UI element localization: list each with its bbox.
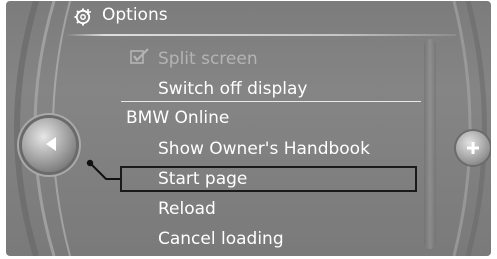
menu-item-reload[interactable]: Reload <box>158 197 216 221</box>
menu-item-switch-off-display[interactable]: Switch off display <box>158 77 308 101</box>
section-divider <box>121 101 421 102</box>
scroll-track[interactable] <box>424 39 436 249</box>
checkbox-checked-icon <box>130 48 149 64</box>
plus-icon <box>467 142 479 154</box>
idrive-screen: Options Split screen Switch off display … <box>6 1 491 256</box>
options-header: Options <box>62 1 462 33</box>
menu-item-cancel-loading[interactable]: Cancel loading <box>158 227 284 251</box>
section-header-bmw-online: BMW Online <box>126 108 230 128</box>
page-title: Options <box>102 5 168 25</box>
menu-item-show-owners-handbook[interactable]: Show Owner's Handbook <box>158 137 370 161</box>
gear-settings-icon <box>74 8 91 26</box>
header-divider <box>66 34 456 36</box>
menu-item-start-page[interactable]: Start page <box>158 167 247 191</box>
selection-pointer-line <box>86 159 120 180</box>
left-arrow-icon <box>46 137 56 151</box>
display-frame-arcs <box>14 1 487 256</box>
menu-item-split-screen: Split screen <box>158 49 258 69</box>
